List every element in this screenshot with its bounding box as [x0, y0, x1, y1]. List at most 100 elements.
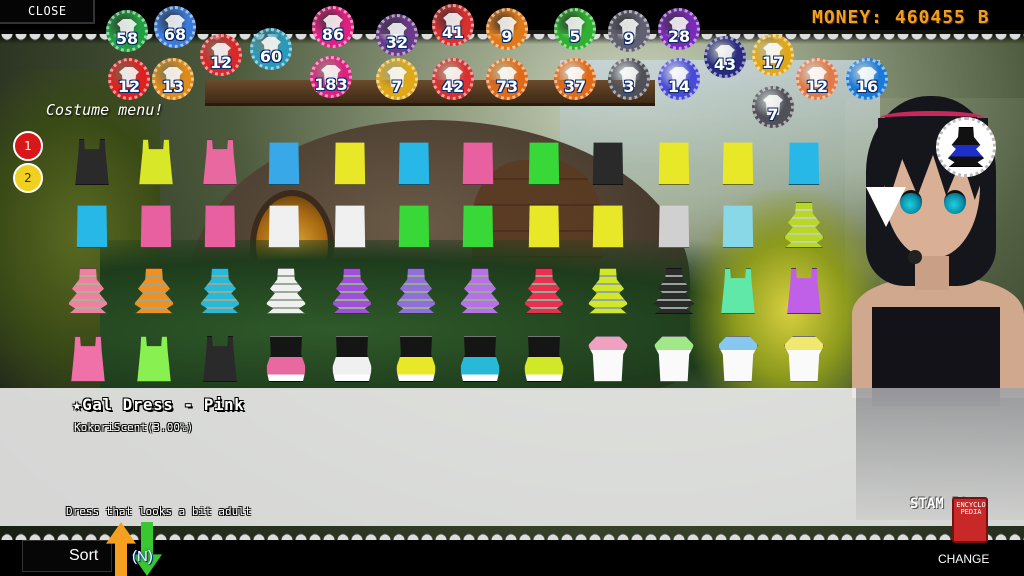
costume-item-frill[interactable] [198, 266, 242, 316]
selected-item-effect: KokoriScent(3.00%) [74, 421, 194, 434]
costume-tube-icon [658, 205, 690, 248]
costume-item-tube[interactable] [782, 137, 826, 187]
costume-item-tube[interactable] [652, 137, 696, 187]
category-count: 7 [767, 105, 779, 124]
category-count: 86 [321, 25, 345, 44]
character-eye-right [944, 190, 966, 214]
costume-tube-icon [140, 205, 172, 248]
costume-cami-icon [203, 139, 237, 185]
costume-cami-icon [137, 336, 171, 382]
costume-cami-icon [71, 336, 105, 382]
costume-item-skirt[interactable] [522, 334, 566, 384]
sort-button[interactable]: Sort [22, 540, 112, 572]
category-hat-button[interactable]: 32 [376, 14, 418, 56]
costume-item-tube[interactable] [456, 137, 500, 187]
costume-item-cami[interactable] [198, 334, 242, 384]
costume-item-tube[interactable] [716, 200, 760, 250]
costume-item-frill[interactable] [66, 266, 110, 316]
category-swimsuit-button[interactable]: 86 [312, 6, 354, 48]
costume-item-blouse[interactable] [716, 334, 760, 384]
costume-item-tube[interactable] [522, 137, 566, 187]
costume-item-frill[interactable] [586, 266, 630, 316]
costume-item-tube[interactable] [586, 137, 630, 187]
category-egg-button[interactable]: 12 [796, 58, 838, 100]
category-jacket-button[interactable]: 12 [200, 34, 242, 76]
category-cat-ears-button[interactable]: 9 [608, 10, 650, 52]
costume-item-cami[interactable] [716, 266, 760, 316]
category-sock-button[interactable]: 42 [432, 58, 474, 100]
costume-item-blouse[interactable] [652, 334, 696, 384]
category-count: 60 [259, 47, 283, 66]
costume-item-cami[interactable] [782, 266, 826, 316]
costume-item-skirt[interactable] [264, 334, 308, 384]
costume-item-tube[interactable] [262, 200, 306, 250]
costume-item-tube[interactable] [134, 200, 178, 250]
category-count: 17 [761, 53, 785, 72]
costume-item-tube[interactable] [392, 200, 436, 250]
category-doll-button[interactable]: 7 [752, 86, 794, 128]
category-boot-button[interactable]: 9 [486, 8, 528, 50]
costume-item-tube[interactable] [198, 200, 242, 250]
costume-item-frill[interactable] [782, 200, 826, 250]
change-button[interactable]: CHANGE [938, 552, 989, 566]
category-spider-button[interactable]: 43 [704, 36, 746, 78]
costume-cami-icon [139, 139, 173, 185]
costume-item-tube[interactable] [328, 200, 372, 250]
category-gown-button[interactable]: 58 [106, 10, 148, 52]
costume-item-skirt[interactable] [394, 334, 438, 384]
category-pants-button[interactable]: 13 [152, 58, 194, 100]
category-ribbon-button[interactable]: 37 [554, 58, 596, 100]
costume-item-cami[interactable] [132, 334, 176, 384]
close-button[interactable]: CLOSE [0, 0, 95, 24]
costume-item-blouse[interactable] [782, 334, 826, 384]
costume-item-tube[interactable] [328, 137, 372, 187]
category-skirt-button[interactable]: 60 [250, 28, 292, 70]
costume-item-tube[interactable] [586, 200, 630, 250]
costume-item-frill[interactable] [264, 266, 308, 316]
costume-item-frill[interactable] [522, 266, 566, 316]
category-shirt-button[interactable]: 68 [154, 6, 196, 48]
costume-item-frill[interactable] [652, 266, 696, 316]
costume-item-tube[interactable] [392, 137, 436, 187]
category-glasses-button[interactable]: 5 [554, 8, 596, 50]
category-mask-button[interactable]: 7 [376, 58, 418, 100]
costume-item-tube[interactable] [70, 200, 114, 250]
costume-skirt-icon [266, 336, 306, 382]
costume-blouse-icon [654, 336, 694, 382]
costume-item-tube[interactable] [456, 200, 500, 250]
category-scarf-button[interactable]: 41 [432, 4, 474, 46]
category-shoe-button[interactable]: 73 [486, 58, 528, 100]
category-count: 7 [391, 77, 403, 96]
costume-item-tube[interactable] [262, 137, 306, 187]
costume-item-cami[interactable] [70, 137, 114, 187]
category-animal-ears-button[interactable]: 3 [608, 58, 650, 100]
costume-item-skirt[interactable] [458, 334, 502, 384]
costume-blouse-icon [588, 336, 628, 382]
costume-item-frill[interactable] [330, 266, 374, 316]
costume-item-cami[interactable] [134, 137, 178, 187]
costume-tube-icon [592, 142, 624, 185]
page-2-button[interactable]: 2 [13, 163, 43, 193]
category-badge-button[interactable]: 17 [752, 34, 794, 76]
costume-item-frill[interactable] [394, 266, 438, 316]
costume-item-tube[interactable] [522, 200, 566, 250]
costume-item-cami[interactable] [198, 137, 242, 187]
costume-frill-icon [588, 268, 628, 314]
category-bra-button[interactable]: 183 [310, 56, 352, 98]
category-witch-hat-button[interactable]: 28 [658, 8, 700, 50]
costume-item-tube[interactable] [652, 200, 696, 250]
category-ring-button[interactable]: 16 [846, 58, 888, 100]
costume-item-tube[interactable] [716, 137, 760, 187]
category-count: 41 [441, 23, 465, 42]
page-1-button[interactable]: 1 [13, 131, 43, 161]
costume-item-skirt[interactable] [330, 334, 374, 384]
encyclopedia-book-icon[interactable]: ENCYCLOPEDIA [952, 497, 988, 543]
costume-skirt-icon [524, 336, 564, 382]
costume-tube-icon [268, 205, 300, 248]
costume-item-frill[interactable] [132, 266, 176, 316]
selected-item-description: Dress that looks a bit adult [66, 505, 252, 518]
costume-item-frill[interactable] [458, 266, 502, 316]
costume-item-cami[interactable] [66, 334, 110, 384]
costume-item-blouse[interactable] [586, 334, 630, 384]
costume-frill-icon [654, 268, 694, 314]
